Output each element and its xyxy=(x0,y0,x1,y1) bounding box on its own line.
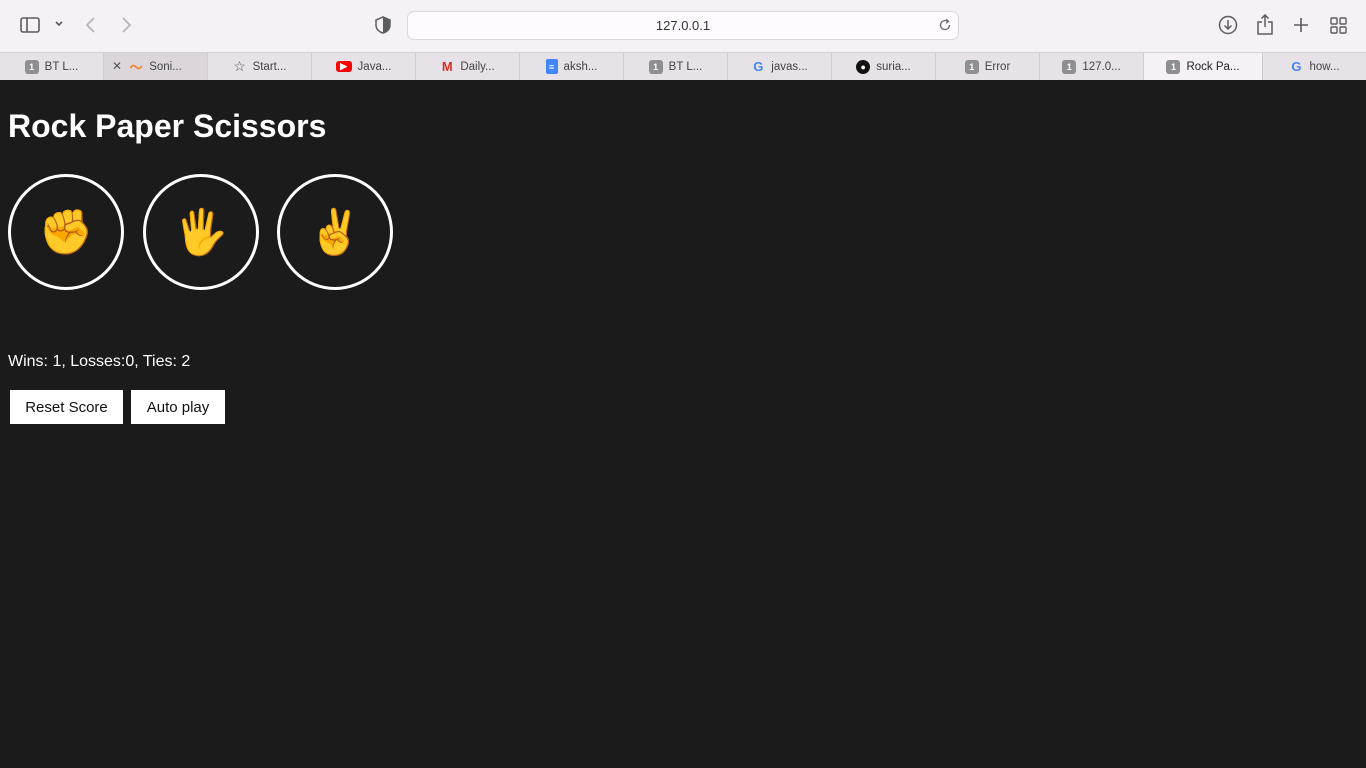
tab-title: how... xyxy=(1309,60,1340,73)
reset-score-button[interactable]: Reset Score xyxy=(10,390,123,424)
tab-title: Java... xyxy=(357,60,392,73)
rock-icon: ✊ xyxy=(38,208,94,257)
tab-suria[interactable]: ● suria... xyxy=(832,53,936,80)
tab-daily[interactable]: M Daily... xyxy=(416,53,520,80)
shield-icon[interactable] xyxy=(375,16,391,34)
reload-icon[interactable] xyxy=(938,18,952,37)
tab-javas[interactable]: Gjavas... xyxy=(728,53,832,80)
scissors-button[interactable]: ✌️ xyxy=(277,174,393,290)
youtube-favicon: ▶ xyxy=(335,61,352,72)
tab-bt-l-1[interactable]: 1 BT L... xyxy=(0,53,104,80)
tab-overview-icon[interactable] xyxy=(1330,17,1347,34)
tab-start[interactable]: ☆ Start... xyxy=(208,53,312,80)
sidebar-toggle-icon[interactable] xyxy=(20,16,40,34)
new-tab-icon[interactable] xyxy=(1293,17,1309,33)
tab-title: Error xyxy=(984,60,1011,73)
back-icon[interactable] xyxy=(84,16,98,34)
tab-java[interactable]: ▶ Java... xyxy=(312,53,416,80)
forward-icon[interactable] xyxy=(119,16,133,34)
rock-button[interactable]: ✊ xyxy=(8,174,124,290)
numbered-favicon: 1 xyxy=(648,59,663,74)
paper-button[interactable]: 🖐️ xyxy=(143,174,259,290)
score-text: Wins: 1, Losses:0, Ties: 2 xyxy=(8,353,191,370)
tab-127[interactable]: 1 127.0... xyxy=(1040,53,1144,80)
page-title: Rock Paper Scissors xyxy=(8,108,327,144)
close-icon[interactable]: ✕ xyxy=(112,59,122,73)
tab-title: BT L... xyxy=(44,60,79,73)
tab-aksh[interactable]: ≡ aksh... xyxy=(520,53,624,80)
numbered-favicon: 1 xyxy=(1062,59,1077,74)
tab-how[interactable]: Ghow... xyxy=(1263,53,1366,80)
tab-title: 127.0... xyxy=(1082,60,1121,73)
download-icon[interactable] xyxy=(1218,15,1238,35)
tab-bt-l-2[interactable]: 1 BT L... xyxy=(624,53,728,80)
tab-soni[interactable]: ✕ 〜 Soni... xyxy=(104,53,208,80)
tab-title: aksh... xyxy=(563,60,598,73)
paper-icon: 🖐️ xyxy=(173,208,229,257)
page-content: Rock Paper Scissors ✊ 🖐️ ✌️ Wins: 1, Los… xyxy=(0,80,1366,768)
gmail-favicon: M xyxy=(441,59,453,74)
scissors-icon: ✌️ xyxy=(307,208,363,257)
tab-title: BT L... xyxy=(668,60,703,73)
tab-title: Start... xyxy=(252,60,287,73)
google-favicon: G xyxy=(753,59,764,74)
browser-toolbar: 127.0.0.1 xyxy=(0,0,1366,52)
numbered-favicon: 1 xyxy=(964,59,979,74)
numbered-favicon: 1 xyxy=(1166,59,1181,74)
url-text: 127.0.0.1 xyxy=(655,18,711,33)
tab-title: javas... xyxy=(771,60,808,73)
github-favicon: ● xyxy=(856,59,871,74)
tab-error[interactable]: 1 Error xyxy=(936,53,1040,80)
share-icon[interactable] xyxy=(1256,14,1274,35)
tab-title: Daily... xyxy=(460,60,495,73)
tab-title: Rock Pa... xyxy=(1186,60,1240,73)
tab-bar: 1 BT L... ✕ 〜 Soni... ☆ Start... ▶ Java... MD… xyxy=(0,52,1366,80)
tab-title: suria... xyxy=(876,60,911,73)
address-bar[interactable]: 127.0.0.1 xyxy=(407,11,959,40)
tab-title: Soni... xyxy=(149,60,182,73)
swoosh-favicon: 〜 xyxy=(129,60,143,75)
tab-rock-paper[interactable]: 1 Rock Pa... xyxy=(1144,53,1263,80)
chevron-down-icon[interactable] xyxy=(54,19,64,29)
numbered-favicon: 1 xyxy=(24,59,39,74)
docs-favicon: ≡ xyxy=(545,59,558,74)
auto-play-button[interactable]: Auto play xyxy=(131,390,225,424)
google-favicon: G xyxy=(1291,59,1302,74)
star-icon: ☆ xyxy=(233,58,246,74)
